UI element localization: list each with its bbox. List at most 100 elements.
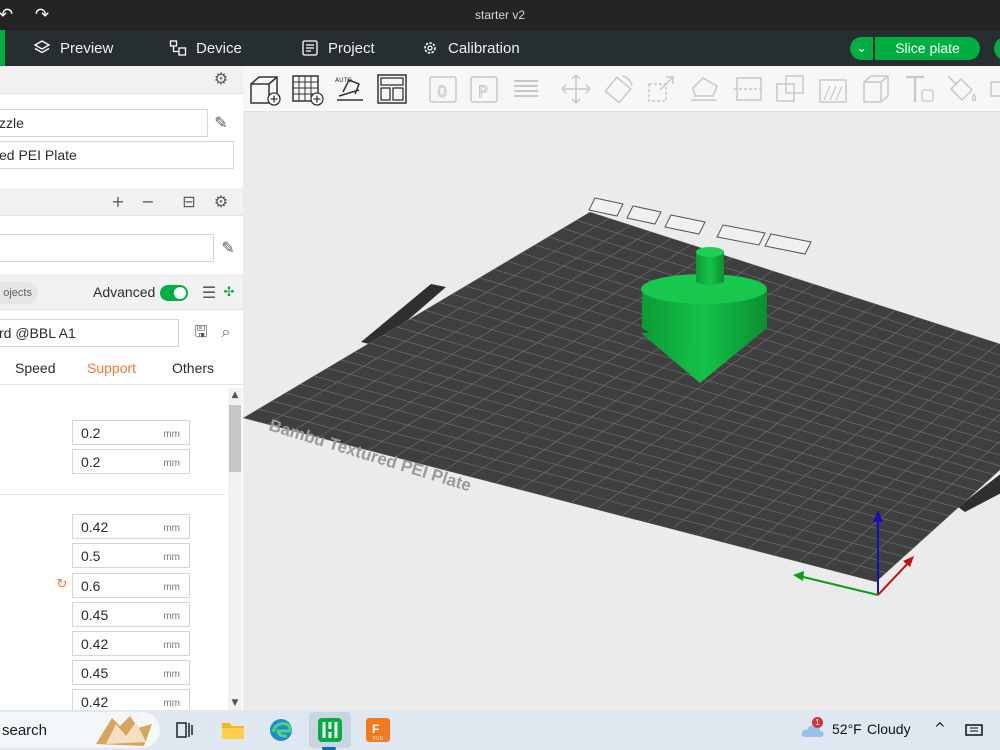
setting-value: 0.42: [81, 694, 109, 710]
setting-value-field[interactable]: 0.42 mm: [72, 631, 190, 656]
move-icon[interactable]: [559, 72, 593, 106]
layers-editing-icon[interactable]: [509, 72, 543, 106]
setting-value: 0.45: [81, 607, 109, 623]
weather-condition[interactable]: Cloudy: [867, 721, 911, 737]
print-plate-button[interactable]: [994, 37, 1000, 60]
setting-value-field[interactable]: 0.2 mm: [72, 449, 190, 474]
chevron-down-icon: ⌄: [856, 41, 867, 55]
add-plate-icon[interactable]: [290, 72, 324, 106]
process-preset-select[interactable]: rd @BBL A1: [0, 319, 179, 347]
setting-unit: mm: [163, 552, 180, 563]
build-plate-scene[interactable]: Bambu Textured PEI Plate: [243, 112, 1000, 710]
lay-on-face-icon[interactable]: [687, 72, 721, 106]
sync-filament-icon[interactable]: ⊟: [180, 193, 198, 211]
setting-value-field[interactable]: 0.45 mm: [72, 602, 190, 627]
plate-type-select[interactable]: ed PEI Plate: [0, 141, 234, 169]
taskbar-search-box[interactable]: search: [0, 712, 160, 748]
task-view-icon[interactable]: [171, 717, 197, 743]
tab-preview[interactable]: Preview: [33, 30, 113, 66]
tabs-divider: [0, 384, 243, 385]
settings-scrollbar[interactable]: ▲ ▼: [228, 388, 242, 710]
printer-settings-gear-icon[interactable]: ⚙: [212, 70, 230, 88]
3d-viewport[interactable]: Bambu Textured PEI Plate: [243, 112, 1000, 710]
setting-value: 0.42: [81, 636, 109, 652]
arrange-icon[interactable]: [375, 72, 409, 106]
file-explorer-icon[interactable]: [220, 717, 246, 743]
tab-others[interactable]: Others: [172, 360, 214, 376]
device-icon: [169, 40, 187, 56]
rotate-icon[interactable]: [602, 72, 636, 106]
build-plate: [243, 212, 1000, 582]
advanced-toggle[interactable]: [160, 285, 188, 301]
scroll-up-icon[interactable]: ▲: [228, 388, 242, 402]
tab-calibration[interactable]: Calibration: [421, 30, 520, 66]
setting-value-field[interactable]: 0.2 mm: [72, 420, 190, 445]
tab-project[interactable]: Project: [301, 30, 375, 66]
mesh-boolean-icon[interactable]: [773, 72, 807, 106]
support-painting-icon[interactable]: [816, 72, 850, 106]
process-list-icon[interactable]: ☰: [200, 284, 218, 302]
setting-value-field[interactable]: 0.42 mm: [72, 514, 190, 539]
save-preset-icon[interactable]: 🖫: [192, 323, 210, 341]
add-object-icon[interactable]: [247, 72, 281, 106]
slice-dropdown-button[interactable]: ⌄: [850, 37, 873, 60]
weather-temperature[interactable]: 52°F: [832, 721, 862, 737]
plate-type-value: ed PEI Plate: [0, 147, 77, 163]
filament-section-header: + − ⊟ ⚙: [0, 188, 243, 216]
nozzle-select[interactable]: zzle: [0, 109, 208, 137]
setting-value-field[interactable]: 0.45 mm: [72, 660, 190, 685]
main-nav: Preview Device Project Calibration ⌄ Sli…: [0, 30, 1000, 66]
plate-close-icon[interactable]: [588, 197, 624, 217]
reset-value-icon[interactable]: ↻: [53, 576, 71, 594]
section-divider: [0, 494, 225, 495]
project-icon: [302, 40, 318, 56]
remove-filament-icon[interactable]: −: [139, 193, 157, 211]
settings-sidebar: ⚙ zzle ✎ ed PEI Plate + − ⊟ ⚙ ✎ ojects A…: [0, 66, 243, 710]
windows-taskbar: search F FUS 1 52°F Cloudy ^: [0, 710, 1000, 750]
filament-select[interactable]: [0, 234, 214, 262]
bambu-studio-icon[interactable]: [317, 717, 343, 743]
color-painting-icon[interactable]: [945, 72, 979, 106]
tab-support[interactable]: Support: [87, 360, 136, 376]
fusion-icon[interactable]: FFUS: [365, 717, 391, 743]
scale-icon[interactable]: [644, 72, 678, 106]
nozzle-select-value: zzle: [0, 115, 24, 131]
add-filament-icon[interactable]: +: [109, 193, 127, 211]
setting-value-field[interactable]: 0.42 mm: [72, 689, 190, 710]
seam-painting-icon[interactable]: [859, 72, 893, 106]
objects-pill-button[interactable]: ojects: [0, 282, 38, 304]
tab-project-label: Project: [328, 39, 375, 57]
split-parts-icon[interactable]: P: [467, 72, 501, 106]
setting-value-field[interactable]: 0.6 mm: [72, 573, 190, 598]
edit-printer-icon[interactable]: ✎: [212, 114, 230, 132]
network-icon[interactable]: [964, 723, 984, 737]
plate-arrange-icon[interactable]: [626, 205, 662, 225]
scroll-down-icon[interactable]: ▼: [228, 696, 242, 710]
setting-value: 0.5: [81, 548, 101, 564]
prepare-tab-indicator: [0, 30, 5, 66]
plate-lock-icon[interactable]: [716, 224, 766, 246]
setting-value: 0.6: [81, 578, 101, 594]
auto-orient-icon[interactable]: AUTO: [333, 72, 367, 106]
svg-text:AUTO: AUTO: [335, 77, 352, 84]
plate-settings-icon[interactable]: [764, 233, 812, 255]
svg-text:F: F: [372, 722, 379, 736]
show-hidden-icons-chevron-icon[interactable]: ^: [934, 721, 946, 737]
cut-icon[interactable]: [732, 72, 766, 106]
setting-value-field[interactable]: 0.5 mm: [72, 543, 190, 568]
scrollbar-thumb[interactable]: [229, 405, 241, 472]
edit-filament-icon[interactable]: ✎: [219, 239, 237, 257]
tab-device[interactable]: Device: [169, 30, 242, 66]
text-shape-icon[interactable]: [902, 72, 936, 106]
compare-presets-icon[interactable]: ✣: [220, 284, 238, 302]
search-icon[interactable]: ⌕: [217, 323, 235, 341]
split-objects-icon[interactable]: 0: [426, 72, 460, 106]
tab-preview-label: Preview: [60, 39, 114, 57]
measure-icon[interactable]: [987, 72, 1000, 106]
tab-speed[interactable]: Speed: [15, 360, 55, 376]
filament-settings-gear-icon[interactable]: ⚙: [212, 193, 230, 211]
slice-plate-button[interactable]: Slice plate: [875, 37, 980, 60]
edge-icon[interactable]: [268, 717, 294, 743]
setting-unit: mm: [163, 458, 180, 469]
plate-orient-icon[interactable]: [664, 214, 706, 235]
